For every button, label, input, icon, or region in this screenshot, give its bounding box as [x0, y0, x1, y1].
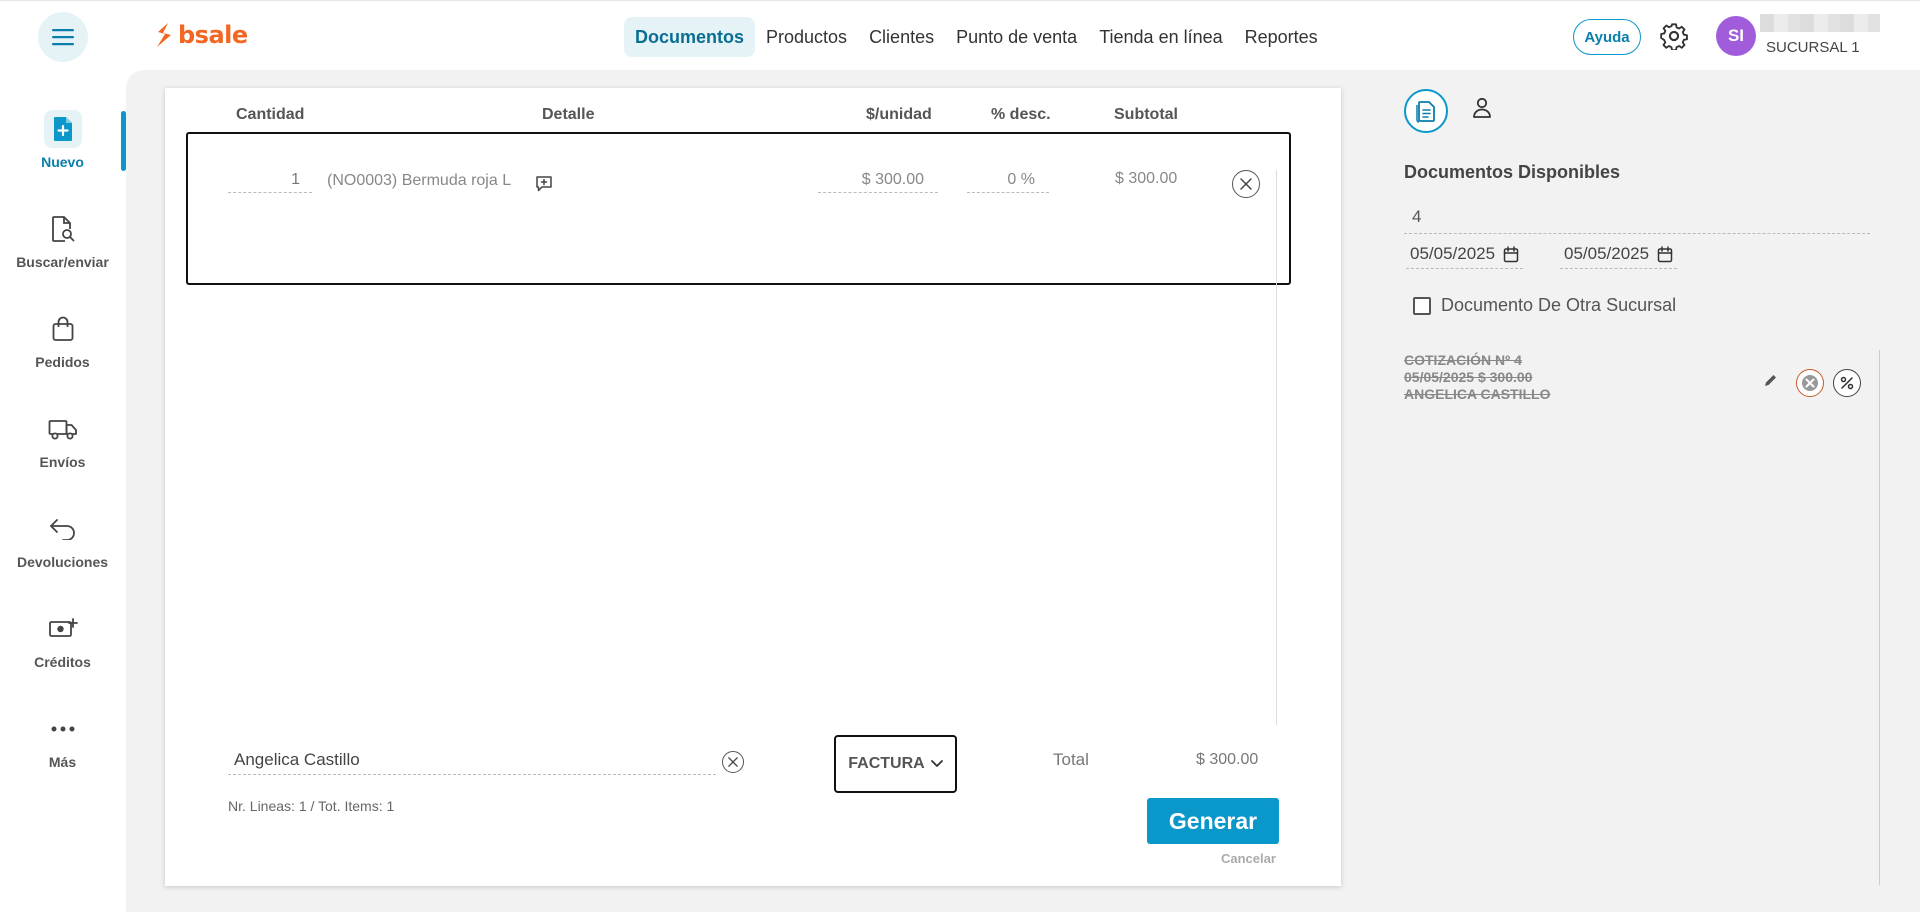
col-unit-price: $/unidad [866, 106, 932, 123]
sidebar-item-label: Más [48, 754, 77, 770]
nav-punto-de-venta[interactable]: Punto de venta [945, 17, 1088, 57]
available-documents-title: Documentos Disponibles [1404, 162, 1621, 182]
customer-input[interactable]: Angelica Castillo [228, 748, 716, 775]
line-detail: (NO0003) Bermuda roja L [327, 172, 512, 189]
sidebar-item-label: Devoluciones [16, 554, 109, 570]
document-list-icon [1416, 101, 1435, 123]
col-discount: % desc. [991, 106, 1051, 123]
document-number-input[interactable]: 4 [1404, 205, 1870, 234]
sidebar-item-label: Buscar/enviar [16, 254, 109, 270]
truck-icon [44, 410, 82, 448]
document-type-select[interactable]: FACTURA [834, 735, 957, 793]
sidebar-item-label: Envíos [39, 454, 86, 470]
sidebar-item-pedidos[interactable]: Pedidos [0, 310, 125, 370]
generate-button[interactable]: Generar [1147, 798, 1279, 844]
main-nav: Documentos Productos Clientes Punto de v… [624, 17, 1329, 57]
nav-productos[interactable]: Productos [755, 17, 858, 57]
bsale-logo[interactable]: bsale [154, 21, 248, 49]
calendar-icon [1503, 245, 1519, 262]
total-label: Total [1053, 750, 1089, 769]
col-cantidad: Cantidad [236, 106, 305, 123]
nav-documentos[interactable]: Documentos [624, 17, 756, 57]
user-name-redacted [1760, 14, 1880, 32]
tab-documents[interactable] [1404, 89, 1448, 133]
bsale-logo-icon [157, 23, 171, 47]
search-document-icon [44, 210, 82, 248]
tab-client[interactable] [1471, 96, 1493, 125]
date-to-input[interactable]: 05/05/2025 [1560, 244, 1678, 269]
date-to-value: 05/05/2025 [1564, 244, 1650, 263]
line-area-divider [1276, 170, 1277, 725]
close-circle-icon [1802, 375, 1818, 391]
other-branch-checkbox-row[interactable]: Documento De Otra Sucursal [1413, 295, 1676, 316]
user-icon [1473, 97, 1491, 118]
discount-quote-button[interactable] [1833, 369, 1861, 397]
return-icon [44, 510, 82, 548]
line-subtotal: $ 300.00 [1115, 170, 1178, 187]
quote-client: ANGELICA CASTILLO [1404, 386, 1551, 402]
sidebar-item-nuevo[interactable]: Nuevo [0, 110, 125, 170]
clear-customer-button[interactable] [722, 751, 744, 773]
menu-icon [52, 29, 74, 46]
sidebar-item-label: Nuevo [41, 154, 84, 170]
sidebar-item-devoluciones[interactable]: Devoluciones [0, 510, 125, 570]
help-button[interactable]: Ayuda [1573, 19, 1641, 55]
sidebar-item-creditos[interactable]: Créditos [0, 610, 125, 670]
col-detalle: Detalle [542, 106, 595, 123]
close-icon [728, 757, 738, 767]
remove-line-button[interactable] [1232, 170, 1260, 198]
chevron-down-icon [930, 760, 943, 767]
date-from-input[interactable]: 05/05/2025 [1406, 244, 1524, 269]
right-panel-divider [1879, 350, 1880, 885]
pencil-icon [1765, 375, 1776, 386]
document-line-row [186, 132, 1291, 285]
nav-reportes[interactable]: Reportes [1234, 17, 1329, 57]
add-comment-button[interactable] [535, 175, 553, 198]
quote-item[interactable]: COTIZACIÓN Nº 4 05/05/2025 $ 300.00 ANGE… [1404, 352, 1550, 403]
money-plus-icon [44, 610, 82, 648]
nav-tienda-en-linea[interactable]: Tienda en línea [1088, 17, 1233, 57]
more-dots-icon [44, 710, 82, 748]
hamburger-menu-button[interactable] [38, 12, 88, 62]
avatar[interactable]: SI [1716, 16, 1756, 56]
other-branch-label: Documento De Otra Sucursal [1441, 295, 1677, 315]
branch-label[interactable]: SUCURSAL 1 [1766, 39, 1860, 56]
sidebar-item-mas[interactable]: Más [0, 710, 125, 770]
top-bar: bsale Documentos Productos Clientes Punt… [0, 0, 1920, 70]
document-type-label: FACTURA [848, 755, 925, 772]
lines-summary: Nr. Lineas: 1 / Tot. Items: 1 [228, 798, 395, 814]
nav-clientes[interactable]: Clientes [858, 17, 945, 57]
quantity-input[interactable]: 1 [228, 171, 312, 193]
gear-icon [1660, 23, 1688, 52]
edit-quote-button[interactable] [1763, 373, 1778, 393]
quote-date-amount: 05/05/2025 $ 300.00 [1404, 369, 1533, 385]
close-icon [1240, 178, 1252, 190]
sidebar-item-label: Pedidos [35, 354, 90, 370]
unit-price-input[interactable]: $ 300.00 [818, 171, 938, 193]
calendar-icon [1657, 245, 1673, 262]
quote-title: COTIZACIÓN Nº 4 [1404, 352, 1522, 368]
comment-plus-icon [536, 176, 552, 192]
date-from-value: 05/05/2025 [1410, 244, 1496, 263]
remove-quote-button[interactable] [1796, 369, 1824, 397]
percent-icon [1840, 376, 1854, 390]
col-subtotal: Subtotal [1114, 106, 1178, 123]
sidebar-item-buscar-enviar[interactable]: Buscar/enviar [0, 210, 125, 270]
sidebar: Nuevo Buscar/enviar Pedidos Envíos Devol… [0, 70, 125, 912]
other-branch-checkbox[interactable] [1413, 296, 1431, 315]
sidebar-item-label: Créditos [34, 654, 91, 670]
bag-icon [44, 310, 82, 348]
settings-button[interactable] [1660, 22, 1688, 55]
sidebar-item-envios[interactable]: Envíos [0, 410, 125, 470]
new-document-icon [43, 110, 82, 148]
logo-text: bsale [178, 21, 248, 49]
cancel-link[interactable]: Cancelar [1221, 851, 1276, 866]
total-value: $ 300.00 [1196, 751, 1259, 768]
discount-input[interactable]: 0 % [967, 171, 1049, 193]
